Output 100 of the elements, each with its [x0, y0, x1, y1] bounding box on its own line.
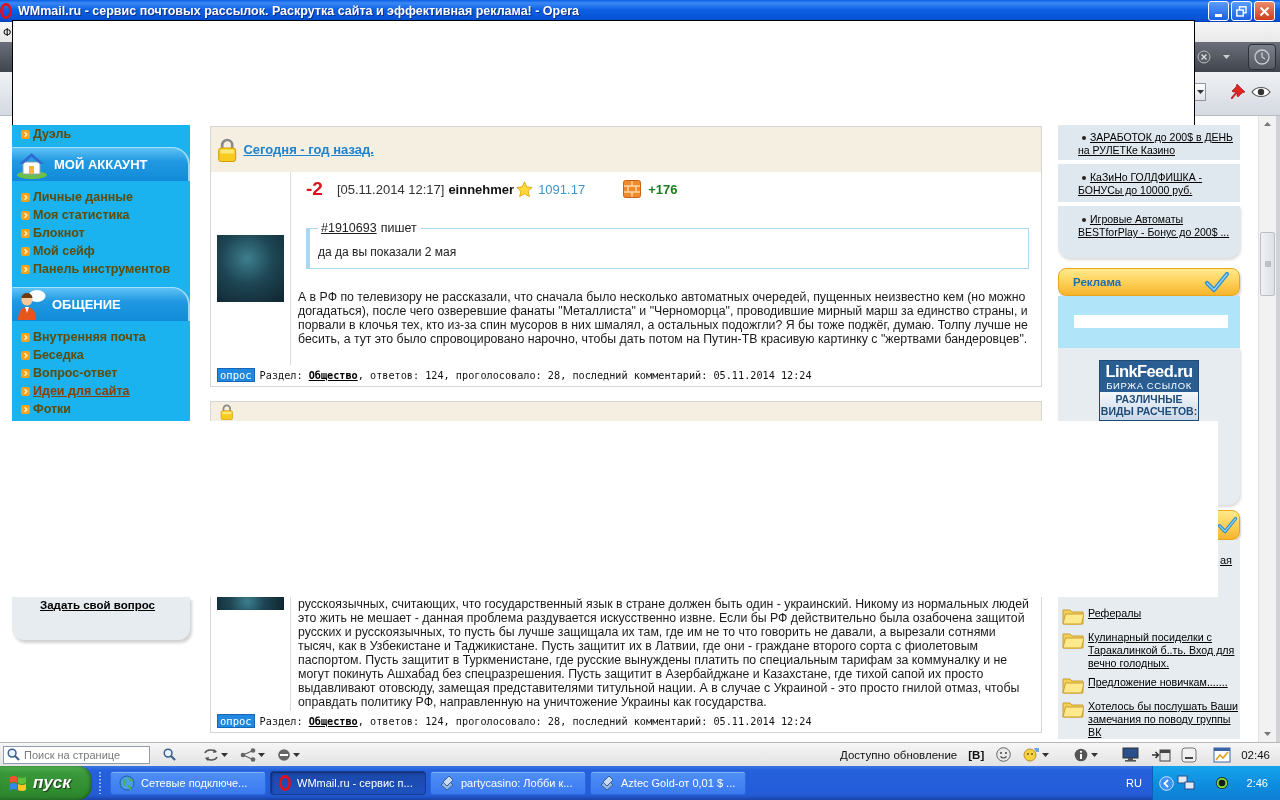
close-tab-icon[interactable]: [1197, 50, 1211, 64]
folder-icon: [1062, 607, 1084, 625]
taskbar-button[interactable]: Aztec Gold-от 0,01 $ ...: [590, 771, 746, 795]
bullet-icon: [21, 210, 30, 220]
group-link[interactable]: Предложение новичкам.......: [1088, 676, 1240, 689]
bullet-icon: [21, 129, 30, 139]
sync-icon[interactable]: [203, 747, 219, 762]
caret-icon[interactable]: [258, 752, 265, 757]
bullet-icon: [21, 368, 30, 378]
windows-flag-icon: [9, 774, 27, 792]
monitor-icon[interactable]: [1122, 747, 1140, 762]
sidebar-link[interactable]: Моя статистика: [21, 206, 190, 224]
nodes-icon[interactable]: [240, 747, 256, 762]
star-icon: [516, 180, 534, 198]
sidebar-link[interactable]: Мой сейф: [21, 242, 190, 260]
section-link[interactable]: Общество: [308, 715, 358, 727]
caret-icon[interactable]: [293, 752, 300, 757]
caret-icon[interactable]: [1091, 752, 1099, 757]
ring-icon[interactable]: [1215, 776, 1229, 790]
start-button[interactable]: пуск: [0, 766, 92, 800]
post-text: русскоязычных, считающих, что государственный язык в стране должен быть один - украинский. Никому из нормальных людей это жить не мешает - данная проблема раздувается искусственно извне. Если бы РФ действительно была озабочена защитой русских и русскоязычных, то пусть бы лучше защищала их там, где им не то что говорить не давали, а вырезали сотнями тысяч, как в Узбекистане и Таджикистане. Пусть защитит их в Латвии, где они - граждане второго сорта с фиолетовым паспортом. Пусть защитит в Туркменистане, где русские вынуждены платить по специальным тарифам за коммуналку и не могут покинуть Ашхабад без спецразрешения. Пусть защитит в Азербайджане и Казахстане, где тихой сапой их просто выдавливают отовсюду, замещая представителями титульной нации. А в случае с Украиной - это просто гнилой отмаз, чтобы оправдать политику РФ, направленную на уничтожение Украины как государства.: [298, 597, 1030, 709]
maximize-button[interactable]: [1231, 1, 1252, 21]
info-icon[interactable]: [1074, 747, 1089, 762]
bullet-icon: [21, 264, 30, 274]
sidebar-link[interactable]: Панель инструментов: [21, 260, 190, 278]
sidebar-link[interactable]: Блокнот: [21, 224, 190, 242]
bricks-icon: [623, 180, 642, 198]
block-icon[interactable]: [277, 747, 291, 762]
cards-icon: [599, 775, 615, 791]
padlock-icon: [220, 404, 234, 420]
sidebar-link[interactable]: Дуэль: [21, 126, 190, 142]
monitors-icon[interactable]: [1177, 775, 1195, 791]
banner-subtitle: БИРЖА ССЫЛОК: [1106, 381, 1192, 391]
window-icon[interactable]: [1181, 746, 1198, 763]
history-button[interactable]: [1248, 44, 1276, 70]
check-icon: [1217, 516, 1238, 534]
face-icon[interactable]: [1023, 747, 1040, 762]
minimize-button[interactable]: [1208, 1, 1229, 21]
ask-question-link[interactable]: Задать свой вопрос: [40, 599, 190, 612]
ring-logo-icon: [0, 3, 12, 19]
close-icon: [1259, 5, 1270, 17]
post-type-tag: опрос: [217, 714, 255, 728]
folder-icon: [1062, 700, 1084, 718]
search-icon[interactable]: [163, 748, 176, 761]
banner-text: РАЗЛИЧНЫЕ: [1115, 393, 1183, 405]
clock: 2:46: [1246, 777, 1268, 789]
smiley-icon[interactable]: [996, 747, 1012, 762]
author-score: 1091.17: [538, 181, 586, 197]
grip-icon: [1264, 261, 1271, 267]
photo-placeholder: [217, 597, 284, 610]
padlock-icon: [217, 137, 238, 162]
taskbar-button[interactable]: partycasino: Лобби к...: [430, 771, 586, 795]
author-name[interactable]: einnehmer: [448, 181, 515, 197]
section-link[interactable]: Общество: [308, 369, 358, 381]
chart-window-icon[interactable]: [1213, 746, 1232, 763]
caret-icon[interactable]: [221, 752, 228, 757]
ad-link[interactable]: Игровые Автоматы BESTforPlay - Бонус до 200$ ...: [1078, 213, 1238, 239]
bullet-icon: [21, 332, 30, 342]
window-title: WMmail.ru - сервис почтовых рассылок. Раскрутка сайта и эффективная реклама! - Opera: [18, 4, 580, 18]
photo-placeholder: [217, 235, 284, 302]
sidebar-link[interactable]: Вопрос-ответ: [21, 364, 190, 382]
banner-title: LinkFeed.ru: [1105, 362, 1193, 381]
sidebar-link[interactable]: Фотки: [21, 400, 190, 418]
scrollbar-thumb[interactable]: [1260, 232, 1275, 296]
section-title: МОЙ АККАУНТ: [54, 157, 148, 172]
sidebar-link[interactable]: Внутренняя почта: [21, 328, 190, 346]
eye-icon[interactable]: [1251, 85, 1271, 98]
bullet-icon: [1082, 218, 1086, 222]
quote-text: да да вы показали 2 мая: [318, 244, 458, 259]
sidebar-link[interactable]: Идеи для сайта: [21, 382, 190, 400]
status-time: 02:46: [1241, 748, 1270, 761]
group-link[interactable]: Хотелось бы послушать Ваши замечания по поводу группы ВК: [1088, 700, 1240, 739]
caret-icon[interactable]: [1042, 752, 1050, 757]
group-link[interactable]: Рефералы: [1088, 607, 1240, 620]
sidebar-link[interactable]: Личные данные: [21, 188, 190, 206]
view-mode-label: [B]: [968, 748, 985, 761]
sidebar-link[interactable]: Беседка: [21, 346, 190, 364]
author-karma: +176: [648, 181, 678, 197]
chevron-icon[interactable]: [1159, 775, 1174, 791]
ad-link[interactable]: ЗАРАБОТОК до 200$ в ДЕНЬ на РУЛЕТКе Казино: [1078, 131, 1238, 157]
bullet-icon: [21, 246, 30, 256]
restore-icon: [1236, 5, 1247, 17]
close-button[interactable]: [1254, 1, 1275, 21]
taskbar-button[interactable]: Сетевые подключе...: [110, 771, 266, 795]
menu-item[interactable]: Ф: [3, 26, 12, 38]
taskbar-button[interactable]: WMmail.ru - сервис п...: [270, 771, 426, 795]
search-field[interactable]: Поиск на странице: [3, 745, 150, 764]
ring-logo-icon: [279, 775, 291, 791]
post-title-link[interactable]: Сегодня - год назад.: [243, 142, 374, 157]
minimize-icon: [1215, 13, 1222, 17]
language-indicator[interactable]: RU: [1126, 777, 1142, 789]
group-link[interactable]: Кулинарный посиделки с Таракалинкой б..ть. Вход для вечно голодных.: [1088, 631, 1240, 670]
check-icon: [1204, 271, 1230, 293]
panel-arrow-icon[interactable]: [1151, 747, 1172, 762]
ad-link[interactable]: КаЗиНо ГОЛДФИШКА - БОНУСы до 10000 руб.: [1078, 171, 1238, 197]
pin-icon[interactable]: [1228, 82, 1246, 101]
clock-icon: [1254, 49, 1270, 65]
group-link[interactable]: ая: [1220, 554, 1233, 567]
update-notice[interactable]: Доступно обновление: [840, 748, 958, 761]
comment-link[interactable]: #1910693: [321, 221, 377, 235]
